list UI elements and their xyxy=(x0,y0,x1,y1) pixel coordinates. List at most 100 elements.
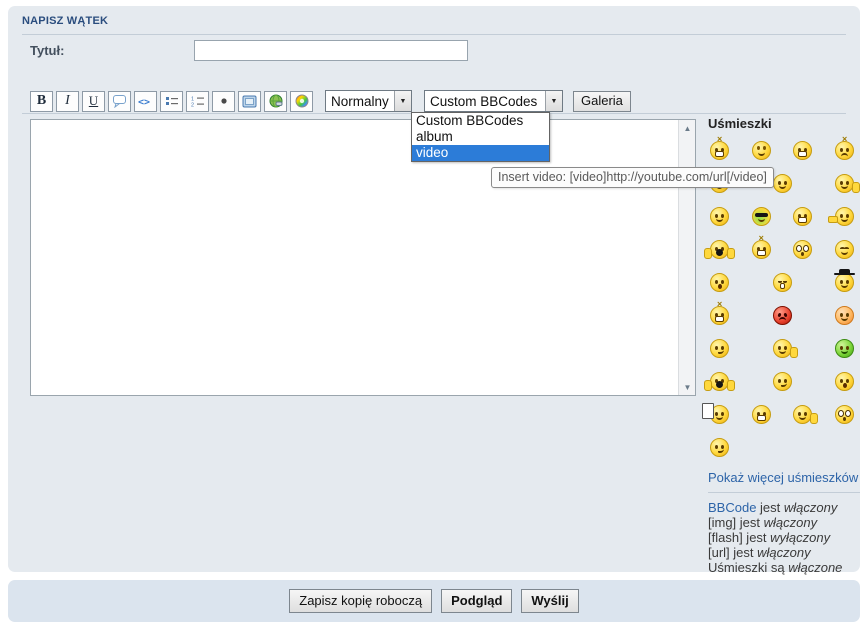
smiley-teeth[interactable] xyxy=(793,207,812,226)
show-more-smileys-link[interactable]: Pokaż więcej uśmieszków xyxy=(708,470,860,485)
smiley-devil[interactable] xyxy=(773,306,792,325)
list-ul-icon xyxy=(165,95,179,107)
smiley-row xyxy=(708,272,860,293)
scroll-up-icon[interactable]: ▲ xyxy=(679,120,696,136)
message-editor: ▲ ▼ xyxy=(30,119,696,396)
smiley-divider xyxy=(708,492,860,493)
status-prefix: Uśmieszki xyxy=(708,560,767,575)
bbcode-help-link[interactable]: BBCode xyxy=(708,500,756,515)
preview-button[interactable]: Podgląd xyxy=(441,589,512,613)
smiley-point[interactable] xyxy=(835,207,854,226)
dropdown-option-custom-bbcodes[interactable]: Custom BBCodes xyxy=(412,113,549,129)
smiley-wink[interactable] xyxy=(752,405,771,424)
dropdown-option-video[interactable]: video xyxy=(412,145,549,161)
smiley-laugh[interactable] xyxy=(710,372,729,391)
color-button[interactable] xyxy=(290,91,313,112)
smiley-row xyxy=(708,404,860,425)
smiley-cool[interactable] xyxy=(752,207,771,226)
smiley-blush-oh[interactable] xyxy=(710,273,729,292)
submit-button[interactable]: Wyślij xyxy=(521,589,578,613)
video-bbcode-tooltip: Insert video: [video]http://youtube.com/… xyxy=(491,167,774,188)
scroll-down-icon[interactable]: ▼ xyxy=(679,379,696,395)
status-line: [flash] jest wyłączony xyxy=(708,530,860,545)
smiley-content[interactable] xyxy=(710,339,729,358)
chevron-down-icon[interactable]: ▼ xyxy=(394,91,411,111)
title-label: Tytuł: xyxy=(30,43,64,58)
title-input[interactable] xyxy=(194,40,468,61)
svg-text:2: 2 xyxy=(191,103,194,108)
status-line: [img] jest włączony xyxy=(708,515,860,530)
smiley-skeptical[interactable] xyxy=(773,372,792,391)
smiley-row xyxy=(708,305,860,326)
smiley-row xyxy=(708,140,860,161)
status-middle: jest xyxy=(756,500,783,515)
smiley-smile-b[interactable] xyxy=(773,174,792,193)
smiley-row xyxy=(708,371,860,392)
smiley-mobster[interactable] xyxy=(835,273,854,292)
status-prefix: [img] xyxy=(708,515,736,530)
page-title: NAPISZ WĄTEK xyxy=(22,15,846,27)
status-middle: jest xyxy=(736,515,763,530)
status-middle: jest xyxy=(743,530,770,545)
smiley-bigsmile[interactable] xyxy=(793,141,812,160)
status-state: włączony xyxy=(764,515,817,530)
list-bullet-button[interactable] xyxy=(160,91,183,112)
format-toolbar: BIU <> 12 Normalny ▼ Custom BBCodes ▼ Gale… xyxy=(30,90,631,112)
palette-icon xyxy=(295,94,309,108)
smiley-think[interactable] xyxy=(710,438,729,457)
smiley-writer[interactable] xyxy=(710,405,729,424)
italic-button[interactable]: I xyxy=(56,91,79,112)
code-icon: <> xyxy=(138,95,153,107)
smiley-rolleyes[interactable] xyxy=(752,141,771,160)
font-size-value: Normalny xyxy=(326,91,394,111)
bbcode-status: BBCode jest włączony[img] jest włączony[… xyxy=(708,500,860,575)
quote-button[interactable] xyxy=(108,91,131,112)
custom-bbcodes-value: Custom BBCodes xyxy=(425,91,545,111)
custom-bbcodes-select[interactable]: Custom BBCodes ▼ xyxy=(424,90,563,112)
smiley-stare[interactable] xyxy=(835,405,854,424)
smiley-whistle[interactable] xyxy=(793,405,812,424)
chevron-down-icon[interactable]: ▼ xyxy=(545,91,562,111)
smiley-angry[interactable] xyxy=(835,141,854,160)
smiley-antenna[interactable] xyxy=(710,306,729,325)
smiley-yell[interactable] xyxy=(710,240,729,259)
bbcode-dropdown-list: Custom BBCodesalbumvideo xyxy=(411,112,550,162)
smiley-shock[interactable] xyxy=(793,240,812,259)
smiley-facepalm[interactable] xyxy=(835,372,854,391)
font-size-select[interactable]: Normalny ▼ xyxy=(325,90,412,112)
smiley-tongue[interactable] xyxy=(752,240,771,259)
gallery-button[interactable]: Galeria xyxy=(573,91,631,112)
status-state: włączony xyxy=(784,500,837,515)
smiley-cry[interactable] xyxy=(773,273,792,292)
list-ol-icon: 12 xyxy=(191,95,205,107)
editor-scrollbar[interactable]: ▲ ▼ xyxy=(678,120,695,395)
code-button[interactable]: <> xyxy=(134,91,157,112)
smiley-thumbs-up[interactable] xyxy=(835,174,854,193)
list-item-button[interactable] xyxy=(212,91,235,112)
smiley-header: Uśmieszki xyxy=(708,116,860,131)
svg-text:<>: <> xyxy=(138,97,150,107)
italic-button-label: I xyxy=(65,93,70,109)
url-button[interactable] xyxy=(264,91,287,112)
image-button[interactable] xyxy=(238,91,261,112)
status-middle: są xyxy=(767,560,788,575)
message-textarea[interactable] xyxy=(31,120,678,395)
dropdown-option-album[interactable]: album xyxy=(412,129,549,145)
smiley-row xyxy=(708,338,860,359)
globe-icon xyxy=(269,94,283,108)
smiley-dreamy[interactable] xyxy=(835,240,854,259)
list-ordered-button[interactable]: 12 xyxy=(186,91,209,112)
smiley-shy[interactable] xyxy=(835,306,854,325)
underline-button[interactable]: U xyxy=(82,91,105,112)
smiley-sick[interactable] xyxy=(835,339,854,358)
dot-icon xyxy=(218,95,230,107)
smiley-row xyxy=(708,239,860,260)
save-draft-button[interactable]: Zapisz kopię roboczą xyxy=(289,589,432,613)
status-prefix: [flash] xyxy=(708,530,743,545)
smiley-thumb-down[interactable] xyxy=(773,339,792,358)
smiley-mischief[interactable] xyxy=(710,141,729,160)
smiley-row xyxy=(708,206,860,227)
status-prefix: [url] xyxy=(708,545,730,560)
smiley-smile[interactable] xyxy=(710,207,729,226)
bold-button[interactable]: B xyxy=(30,91,53,112)
